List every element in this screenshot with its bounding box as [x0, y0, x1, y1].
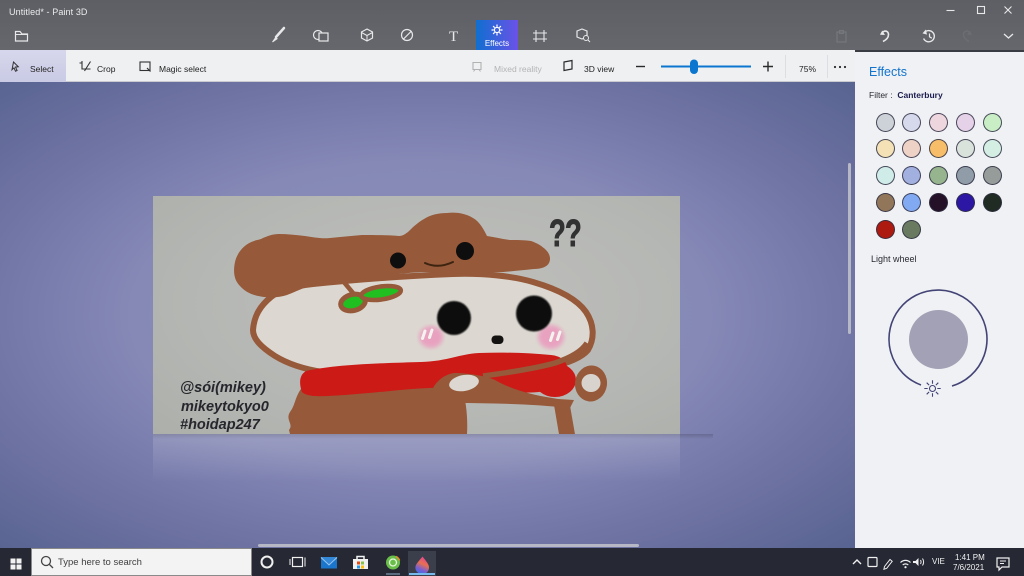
svg-text:Effects: Effects [485, 39, 509, 48]
svg-text:T: T [449, 29, 458, 45]
svg-text:??: ?? [549, 213, 581, 255]
svg-text:#hoidap247: #hoidap247 [180, 417, 261, 433]
svg-text:mikeytokyo0: mikeytokyo0 [181, 399, 269, 415]
svg-text:@sói(mikey): @sói(mikey) [180, 380, 266, 396]
